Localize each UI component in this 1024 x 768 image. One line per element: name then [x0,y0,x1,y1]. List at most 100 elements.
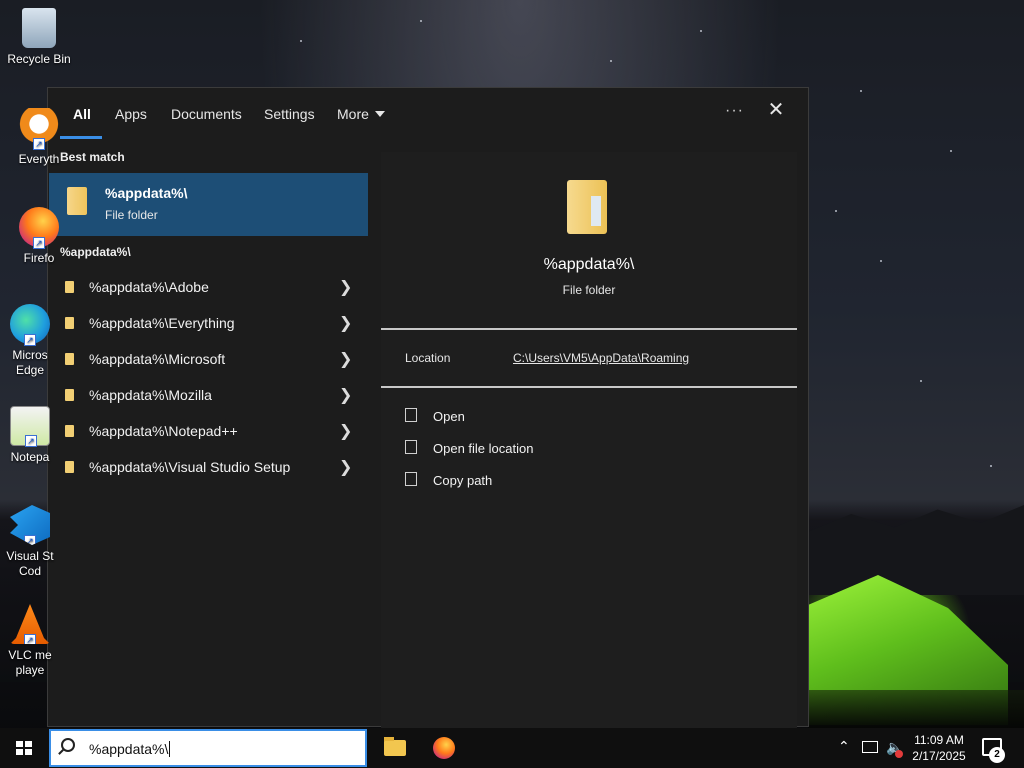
list-item-label: %appdata%\Visual Studio Setup [89,459,291,475]
list-item[interactable]: %appdata%\Mozilla ❯ [49,377,368,413]
open-icon [405,408,417,422]
search-panel: All Apps Documents Settings More ··· ✕ B… [47,87,809,728]
shortcut-arrow-icon: ↗ [25,435,37,447]
shortcut-arrow-icon: ↗ [33,138,45,150]
notification-count: 2 [989,747,1005,763]
ellipsis-icon[interactable]: ··· [725,102,744,120]
list-item-label: %appdata%\Everything [89,315,235,331]
folder-icon [65,317,74,329]
everything-icon: ↗ [19,108,59,150]
recycle-bin-icon [22,8,56,48]
desktop-icon-recycle-bin[interactable]: Recycle Bin [0,8,78,67]
list-item-label: %appdata%\Adobe [89,279,209,295]
edge-icon: ↗ [10,304,50,346]
folder-icon [65,461,74,473]
chevron-right-icon[interactable]: ❯ [339,385,352,405]
firefox-icon [433,737,455,759]
search-tabs: All Apps Documents Settings More ··· ✕ [48,88,808,140]
folder-icon [65,389,74,401]
best-match-subtitle: File folder [105,208,158,222]
list-item-label: %appdata%\Microsoft [89,351,226,367]
taskbar-file-explorer[interactable] [381,734,409,762]
folder-icon [65,281,74,293]
search-input[interactable]: %appdata%\ [49,729,367,767]
divider [381,386,797,388]
list-item[interactable]: %appdata%\Adobe ❯ [49,269,368,305]
best-match-title: %appdata%\ [105,185,188,201]
preview-subtitle: File folder [562,283,616,297]
search-query-text: %appdata%\ [89,741,169,757]
copy-icon [405,472,417,486]
list-item-label: %appdata%\Mozilla [89,387,212,403]
chevron-right-icon[interactable]: ❯ [339,349,352,369]
file-explorer-icon [384,737,406,756]
desktop-icon-label: Notepa [10,450,50,464]
location-link[interactable]: C:\Users\VM5\AppData\Roaming [513,351,689,365]
firefox-icon: ↗ [19,207,59,249]
file-location-icon [405,440,417,454]
desktop-icon-everything[interactable]: ↗ Everyth [0,108,78,167]
vlc-icon: ↗ [10,604,50,644]
tab-settings[interactable]: Settings [264,106,315,122]
list-item[interactable]: %appdata%\Notepad++ ❯ [49,413,368,449]
vscode-icon: ↗ [10,505,50,545]
desktop-icon-label: VLC me playe [8,648,52,677]
text-caret [169,741,171,757]
open-file-location-action[interactable]: Open file location [405,439,605,459]
folder-icon [65,425,74,437]
search-query: %appdata%\ [89,741,171,757]
chevron-right-icon[interactable]: ❯ [339,457,352,477]
copy-path-action[interactable]: Copy path [405,471,605,491]
location-label: Location [405,351,451,365]
clock[interactable]: 11:09 AM 2/17/2025 [908,732,970,764]
list-item[interactable]: %appdata%\Visual Studio Setup ❯ [49,449,368,485]
windows-logo-icon [16,741,32,755]
tab-documents[interactable]: Documents [171,106,242,122]
divider [381,328,797,330]
desktop-icon-vscode[interactable]: ↗ Visual St Cod [0,505,60,579]
list-item[interactable]: %appdata%\Everything ❯ [49,305,368,341]
desktop-icon-label: Firefo [23,251,55,265]
chevron-right-icon[interactable]: ❯ [339,313,352,333]
desktop-icon-firefox[interactable]: ↗ Firefo [0,207,78,266]
list-item[interactable]: %appdata%\Microsoft ❯ [49,341,368,377]
preview-pane: %appdata%\ File folder Location C:\Users… [381,152,797,728]
start-button[interactable] [0,728,48,768]
action-label: Copy path [433,473,493,488]
list-item-label: %appdata%\Notepad++ [89,423,238,439]
shortcut-arrow-icon: ↗ [24,634,36,644]
clock-date: 2/17/2025 [912,749,966,763]
desktop-icon-label: Visual St Cod [6,549,54,578]
best-match-result[interactable]: %appdata%\ File folder [49,173,368,236]
shortcut-arrow-icon: ↗ [24,535,36,545]
desktop-icon-label: Micros Edge [12,348,48,377]
notepad-plus-plus-icon: ↗ [10,406,50,447]
preview-title: %appdata%\ [543,256,635,273]
folder-icon [567,180,607,234]
chevron-up-icon[interactable]: ⌃ [838,738,850,768]
desktop-icon-label: Recycle Bin [7,52,71,66]
close-icon[interactable]: ✕ [766,100,786,120]
clock-time: 11:09 AM [914,733,964,747]
shortcut-arrow-icon: ↗ [33,237,45,249]
chevron-right-icon[interactable]: ❯ [339,421,352,441]
chevron-down-icon [374,111,385,117]
shortcut-arrow-icon: ↗ [24,334,36,346]
tab-more[interactable]: More [337,106,385,122]
chevron-right-icon[interactable]: ❯ [339,277,352,297]
action-label: Open [433,409,465,424]
search-icon [61,738,75,752]
tab-apps[interactable]: Apps [115,106,147,122]
taskbar: %appdata%\ ⌃ 🔈 11:09 AM 2/17/2025 2 [0,728,1024,768]
desktop-icon-vlc[interactable]: ↗ VLC me playe [0,604,60,678]
tab-more-label: More [337,106,369,122]
desktop-icon-edge[interactable]: ↗ Micros Edge [0,304,60,378]
muted-badge-icon [895,750,903,758]
open-action[interactable]: Open [405,407,605,427]
desktop-icon-label: Everyth [18,152,60,166]
network-icon[interactable] [862,741,878,753]
taskbar-firefox[interactable] [430,734,458,762]
action-label: Open file location [433,441,534,456]
desktop-icon-notepad[interactable]: ↗ Notepa [0,406,60,465]
folder-icon [65,353,74,365]
